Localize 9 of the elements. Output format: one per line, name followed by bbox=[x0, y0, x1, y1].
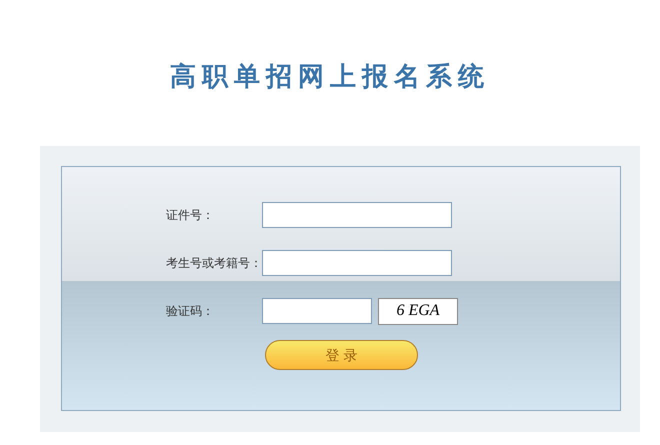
field-label: 验证码： bbox=[166, 303, 215, 320]
captcha-field[interactable] bbox=[262, 298, 372, 324]
field-label: 证件号： bbox=[166, 207, 215, 224]
captcha-image[interactable]: 6 EGA bbox=[378, 298, 458, 324]
input-field[interactable] bbox=[262, 250, 452, 276]
page-title: 高职单招网上报名系统 bbox=[170, 61, 490, 94]
input-field[interactable] bbox=[262, 202, 452, 228]
field-label: 考生号或考籍号： bbox=[166, 255, 262, 272]
login-button[interactable]: 登 录 bbox=[265, 340, 418, 370]
